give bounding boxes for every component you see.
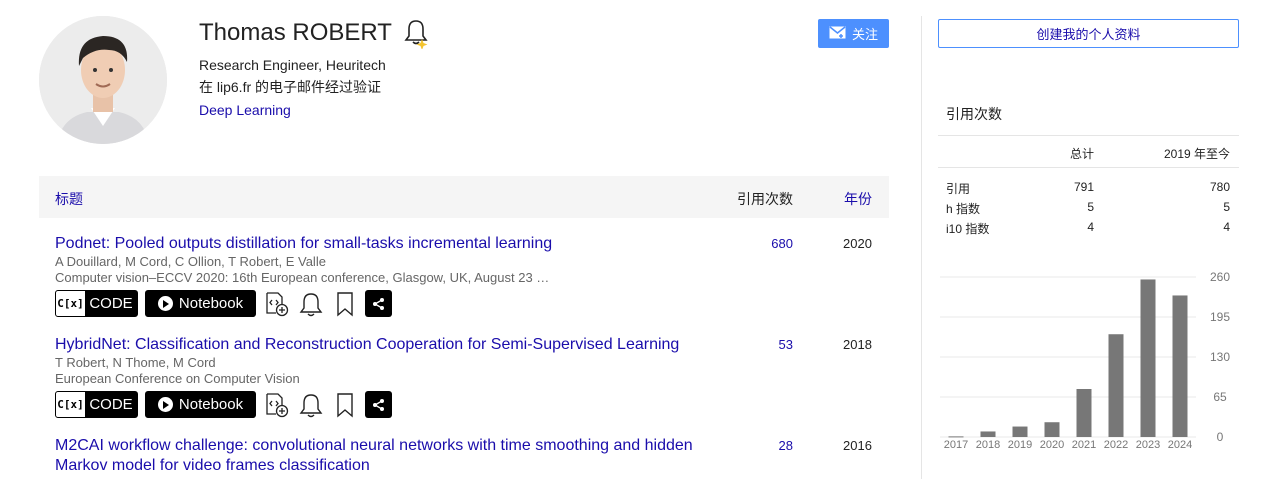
- follow-button[interactable]: 关注: [818, 19, 889, 48]
- research-interest-link[interactable]: Deep Learning: [199, 102, 291, 118]
- article-year: 2016: [843, 438, 872, 453]
- play-icon: [157, 296, 173, 311]
- stat-label: 引用: [946, 182, 971, 196]
- y-tick-label: 260: [1210, 270, 1230, 284]
- code-icon: C[x]: [56, 291, 85, 316]
- article-cited-by[interactable]: 28: [755, 438, 793, 453]
- add-code-icon[interactable]: [263, 290, 290, 317]
- histogram-bar[interactable]: [980, 431, 996, 437]
- col-all: 总计: [1069, 147, 1094, 161]
- x-tick-label: 2019: [1008, 439, 1032, 451]
- notebook-button[interactable]: Notebook: [145, 290, 256, 317]
- histogram-bar[interactable]: [1044, 422, 1060, 437]
- citation-stats-table: 总计 2019 年至今 引用 791 780 h 指数 5 5 i10 指数 4…: [938, 135, 1239, 236]
- y-tick-label: 195: [1210, 310, 1230, 324]
- histogram-bar[interactable]: [948, 436, 964, 438]
- play-icon: [157, 397, 173, 412]
- column-divider: [921, 16, 922, 479]
- share-icon[interactable]: [365, 391, 392, 418]
- citations-per-year-chart: 0 65 130 195 260 2017 2018 2019 2020 2021 2022 2023…: [940, 270, 1230, 451]
- code-label: CODE: [89, 295, 133, 312]
- bell-icon[interactable]: [297, 290, 324, 317]
- article-title[interactable]: HybridNet: Classification and Reconstruc…: [55, 335, 735, 355]
- article-title[interactable]: Podnet: Pooled outputs distillation for …: [55, 234, 705, 254]
- sort-by-year[interactable]: 年份: [844, 189, 872, 209]
- histogram-bar[interactable]: [1108, 334, 1124, 437]
- histogram-bar[interactable]: [1172, 295, 1188, 437]
- x-tick-label: 2023: [1136, 439, 1160, 451]
- article-cited-by[interactable]: 53: [755, 337, 793, 352]
- col-since: 2019 年至今: [1163, 147, 1230, 161]
- follow-label: 关注: [851, 27, 878, 42]
- profile-avatar: [39, 16, 167, 144]
- y-tick-label: 0: [1217, 430, 1224, 444]
- profile-affiliation: Research Engineer, Heuritech: [199, 57, 386, 73]
- article-actions: C[x] CODE Notebook: [55, 391, 889, 418]
- notebook-button[interactable]: Notebook: [145, 391, 256, 418]
- histogram-bar[interactable]: [1012, 426, 1028, 437]
- citation-stats-row: 引用 791 780: [938, 176, 1239, 196]
- article-cited-by[interactable]: 680: [755, 236, 793, 251]
- y-tick-label: 130: [1210, 350, 1230, 364]
- histogram-bar[interactable]: [1076, 389, 1092, 437]
- x-tick-label: 2024: [1168, 439, 1192, 451]
- stat-all: 791: [1073, 180, 1094, 194]
- article-venue: European Conference on Computer Vision: [55, 371, 300, 386]
- stat-all: 4: [1087, 220, 1094, 234]
- article-row: HybridNet: Classification and Reconstruc…: [55, 335, 889, 418]
- cited-by-heading: 引用次数: [946, 106, 1002, 122]
- x-tick-label: 2021: [1072, 439, 1096, 451]
- x-tick-label: 2020: [1040, 439, 1064, 451]
- verified-email: 在 lip6.fr 的电子邮件经过验证: [199, 79, 382, 95]
- profile-name-row: Thomas ROBERT: [199, 17, 430, 50]
- article-row: Podnet: Pooled outputs distillation for …: [55, 234, 889, 317]
- stat-label: i10 指数: [946, 222, 990, 236]
- histogram-bar[interactable]: [1140, 279, 1156, 437]
- article-row: M2CAI workflow challenge: convolutional …: [55, 436, 889, 476]
- add-code-icon[interactable]: [263, 391, 290, 418]
- create-profile-button[interactable]: 创建我的个人资料: [938, 19, 1239, 48]
- articles-table-header: 标题 引用次数 年份: [39, 176, 889, 218]
- code-label: CODE: [89, 396, 133, 413]
- notebook-label: Notebook: [178, 396, 244, 413]
- stat-all: 5: [1087, 200, 1094, 214]
- sort-by-cited-by[interactable]: 引用次数: [737, 189, 793, 209]
- citation-stats-row: h 指数 5 5: [938, 196, 1239, 216]
- bell-icon[interactable]: [297, 391, 324, 418]
- article-venue: Computer vision–ECCV 2020: 16th European…: [55, 270, 550, 285]
- stat-since: 780: [1209, 180, 1230, 194]
- article-authors: A Douillard, M Cord, C Ollion, T Robert,…: [55, 254, 326, 269]
- y-tick-label: 65: [1213, 390, 1227, 404]
- share-icon[interactable]: [365, 290, 392, 317]
- bookmark-icon[interactable]: [331, 290, 358, 317]
- bookmark-icon[interactable]: [331, 391, 358, 418]
- article-actions: C[x] CODE Notebook: [55, 290, 889, 317]
- citation-stats-header: 总计 2019 年至今: [938, 135, 1239, 168]
- article-title[interactable]: M2CAI workflow challenge: convolutional …: [55, 436, 705, 476]
- article-year: 2020: [843, 236, 872, 251]
- x-tick-label: 2017: [944, 439, 968, 451]
- code-icon: C[x]: [56, 392, 85, 417]
- mail-icon: [829, 25, 846, 42]
- x-tick-label: 2022: [1104, 439, 1128, 451]
- stat-label: h 指数: [946, 202, 981, 216]
- notebook-label: Notebook: [178, 295, 244, 312]
- citation-stats-row: i10 指数 4 4: [938, 216, 1239, 236]
- stat-since: 4: [1223, 220, 1230, 234]
- article-year: 2018: [843, 337, 872, 352]
- code-button[interactable]: C[x] CODE: [55, 391, 138, 418]
- profile-name: Thomas ROBERT: [199, 19, 392, 46]
- code-button[interactable]: C[x] CODE: [55, 290, 138, 317]
- stat-since: 5: [1223, 200, 1230, 214]
- alert-bell-icon[interactable]: [402, 17, 430, 50]
- sort-by-title[interactable]: 标题: [55, 189, 83, 209]
- x-tick-label: 2018: [976, 439, 1000, 451]
- article-authors: T Robert, N Thome, M Cord: [55, 355, 216, 370]
